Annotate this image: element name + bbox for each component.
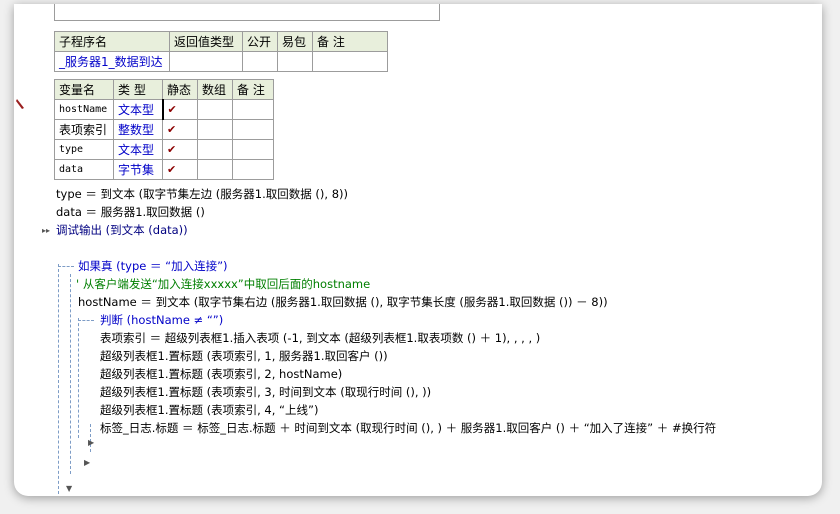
var-remark-cell[interactable] <box>232 139 274 160</box>
header-var-type: 类 型 <box>113 79 163 100</box>
var-type-cell[interactable]: 整数型 <box>113 119 163 140</box>
var-name-cell[interactable]: type <box>54 139 114 160</box>
flow-line-judge <box>78 318 79 438</box>
header-remark: 备 注 <box>312 31 388 52</box>
flow-line-judge-top <box>78 320 94 321</box>
table-row: 表项索引 整数型 ✔ <box>54 119 274 140</box>
static-check-icon[interactable]: ✔ <box>162 159 198 180</box>
code-line-3[interactable]: 调试输出 (到文本 (data)) <box>56 222 188 238</box>
variable-table: 变量名 类 型 静态 数组 备 注 hostName 文本型 ✔ 表项索引 整数… <box>54 79 274 180</box>
array-cell[interactable] <box>197 119 233 140</box>
var-type-cell[interactable]: 字节集 <box>113 159 163 180</box>
flow-line-outer <box>58 264 59 494</box>
code-line-2[interactable]: data ＝ 服务器1.取回数据 () <box>56 204 205 220</box>
var-remark-cell[interactable] <box>232 99 274 120</box>
array-cell[interactable] <box>197 99 233 120</box>
flow-line-outer-top <box>58 266 74 267</box>
easy-package-cell[interactable] <box>277 51 313 72</box>
flow-line-if <box>70 274 71 474</box>
header-array: 数组 <box>197 79 233 100</box>
subroutine-name-cell[interactable]: _服务器1_数据到达 <box>54 51 170 72</box>
header-static: 静态 <box>162 79 198 100</box>
var-name-cell[interactable]: hostName <box>54 99 114 120</box>
subroutine-table: 子程序名 返回值类型 公开 易包 备 注 _服务器1_数据到达 <box>54 31 388 72</box>
header-return-type: 返回值类型 <box>169 31 243 52</box>
var-name-cell[interactable]: data <box>54 159 114 180</box>
code-line-8[interactable]: 表项索引 ＝ 超级列表框1.插入表项 (-1, 到文本 (超级列表框1.取表项数… <box>100 330 540 346</box>
static-check-icon[interactable]: ✔ <box>162 139 198 160</box>
code-line-1[interactable]: type ＝ 到文本 (取字节集左边 (服务器1.取回数据 (), 8)) <box>56 186 348 202</box>
header-var-remark: 备 注 <box>232 79 274 100</box>
var-remark-cell[interactable] <box>232 119 274 140</box>
code-line-7[interactable]: 判断 (hostName ≠ “”) <box>100 312 223 328</box>
previous-table-edge <box>54 4 440 21</box>
var-type-cell[interactable]: 文本型 <box>113 99 163 120</box>
code-line-9[interactable]: 超级列表框1.置标题 (表项索引, 1, 服务器1.取回客户 ()) <box>100 348 388 364</box>
static-check-icon[interactable]: ✔ <box>162 119 198 140</box>
code-line-13[interactable]: 标签_日志.标题 ＝ 标签_日志.标题 ＋ 时间到文本 (取现行时间 (), )… <box>100 420 716 436</box>
code-line-5[interactable]: ' 从客户端发送“加入连接xxxxx”中取回后面的hostname <box>76 276 370 292</box>
code-line-11[interactable]: 超级列表框1.置标题 (表项索引, 3, 时间到文本 (取现行时间 (), )) <box>100 384 431 400</box>
header-public: 公开 <box>242 31 278 52</box>
table-row: hostName 文本型 ✔ <box>54 99 274 120</box>
header-easy-package: 易包 <box>277 31 313 52</box>
header-subroutine-name: 子程序名 <box>54 31 170 52</box>
var-remark-cell[interactable] <box>232 159 274 180</box>
red-marker-icon <box>16 99 24 109</box>
table-row: type 文本型 ✔ <box>54 139 274 160</box>
array-cell[interactable] <box>197 159 233 180</box>
var-name-cell[interactable]: 表项索引 <box>54 119 114 140</box>
header-var-name: 变量名 <box>54 79 114 100</box>
flow-end-arrow-icon: ▼ <box>66 484 73 493</box>
remark-cell[interactable] <box>312 51 388 72</box>
table-row: data 字节集 ✔ <box>54 159 274 180</box>
var-type-cell[interactable]: 文本型 <box>113 139 163 160</box>
code-line-10[interactable]: 超级列表框1.置标题 (表项索引, 2, hostName) <box>100 366 342 382</box>
code-editor-page: 子程序名 返回值类型 公开 易包 备 注 _服务器1_数据到达 变量名 类 型 … <box>14 4 822 496</box>
array-cell[interactable] <box>197 139 233 160</box>
static-check-icon[interactable]: ✔ <box>161 99 198 120</box>
flow-judge-arrow-icon: ▶ <box>84 458 91 467</box>
code-line-6[interactable]: hostName ＝ 到文本 (取字节集右边 (服务器1.取回数据 (), 取字… <box>78 294 608 310</box>
public-cell[interactable] <box>242 51 278 72</box>
breakpoint-arrow-icon[interactable]: ▸▸ <box>42 226 50 235</box>
return-type-cell[interactable] <box>169 51 243 72</box>
code-line-4[interactable]: 如果真 (type ＝ “加入连接”) <box>78 258 228 274</box>
code-line-12[interactable]: 超级列表框1.置标题 (表项索引, 4, “上线”) <box>100 402 318 418</box>
flow-inner-arrow-icon: ▶ <box>88 438 95 447</box>
